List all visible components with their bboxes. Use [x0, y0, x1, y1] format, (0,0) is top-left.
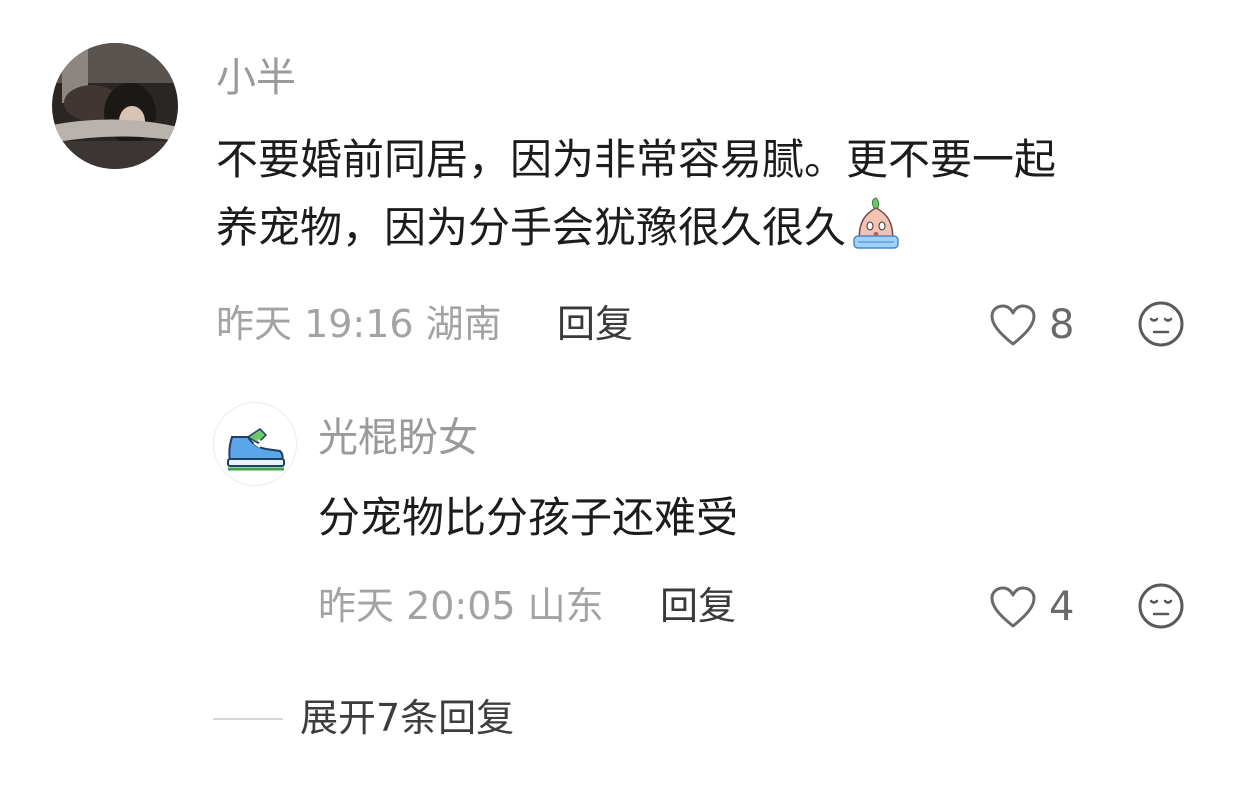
heart-icon — [990, 586, 1036, 628]
neutral-face-icon — [1138, 301, 1184, 347]
expand-replies-button[interactable]: 展开7条回复 — [300, 699, 514, 737]
expand-divider — [213, 718, 283, 720]
reply-text: 分宠物比分孩子还难受 — [318, 493, 739, 542]
comment-text: 不要婚前同居，因为非常容易腻。更不要一起 养宠物，因为分手会犹豫很久很久 — [216, 126, 1056, 262]
comment-text-line-1: 不要婚前同居，因为非常容易腻。更不要一起 — [216, 135, 1057, 184]
dislike-button[interactable] — [1137, 300, 1185, 352]
reply-reply-button[interactable]: 回复 — [660, 587, 736, 625]
user-photo-avatar — [52, 43, 178, 169]
comment-text-line-2-text: 养宠物，因为分手会犹豫很久很久 — [216, 203, 847, 252]
reply-avatar[interactable] — [213, 402, 297, 486]
like-count: 8 — [1049, 302, 1075, 348]
reply-like-button[interactable] — [988, 584, 1038, 634]
sneaker-icon — [227, 428, 285, 471]
avatar[interactable] — [52, 43, 178, 169]
reply-time-location: 昨天 20:05 山东 — [318, 584, 604, 628]
comment-time-location: 昨天 19:16 湖南 — [216, 302, 502, 346]
comment-text-line-2: 养宠物，因为分手会犹豫很久很久 — [216, 194, 1056, 262]
reply-username[interactable]: 光棍盼女 — [318, 418, 478, 458]
reply-button[interactable]: 回复 — [557, 305, 633, 343]
reply-dislike-button[interactable] — [1137, 582, 1185, 634]
neutral-face-icon — [1138, 583, 1184, 629]
heart-icon — [990, 304, 1036, 346]
like-button[interactable] — [988, 302, 1038, 352]
crying-face-emoji-icon — [853, 197, 899, 249]
comment-username[interactable]: 小半 — [216, 58, 296, 98]
reply-like-count: 4 — [1049, 584, 1075, 630]
